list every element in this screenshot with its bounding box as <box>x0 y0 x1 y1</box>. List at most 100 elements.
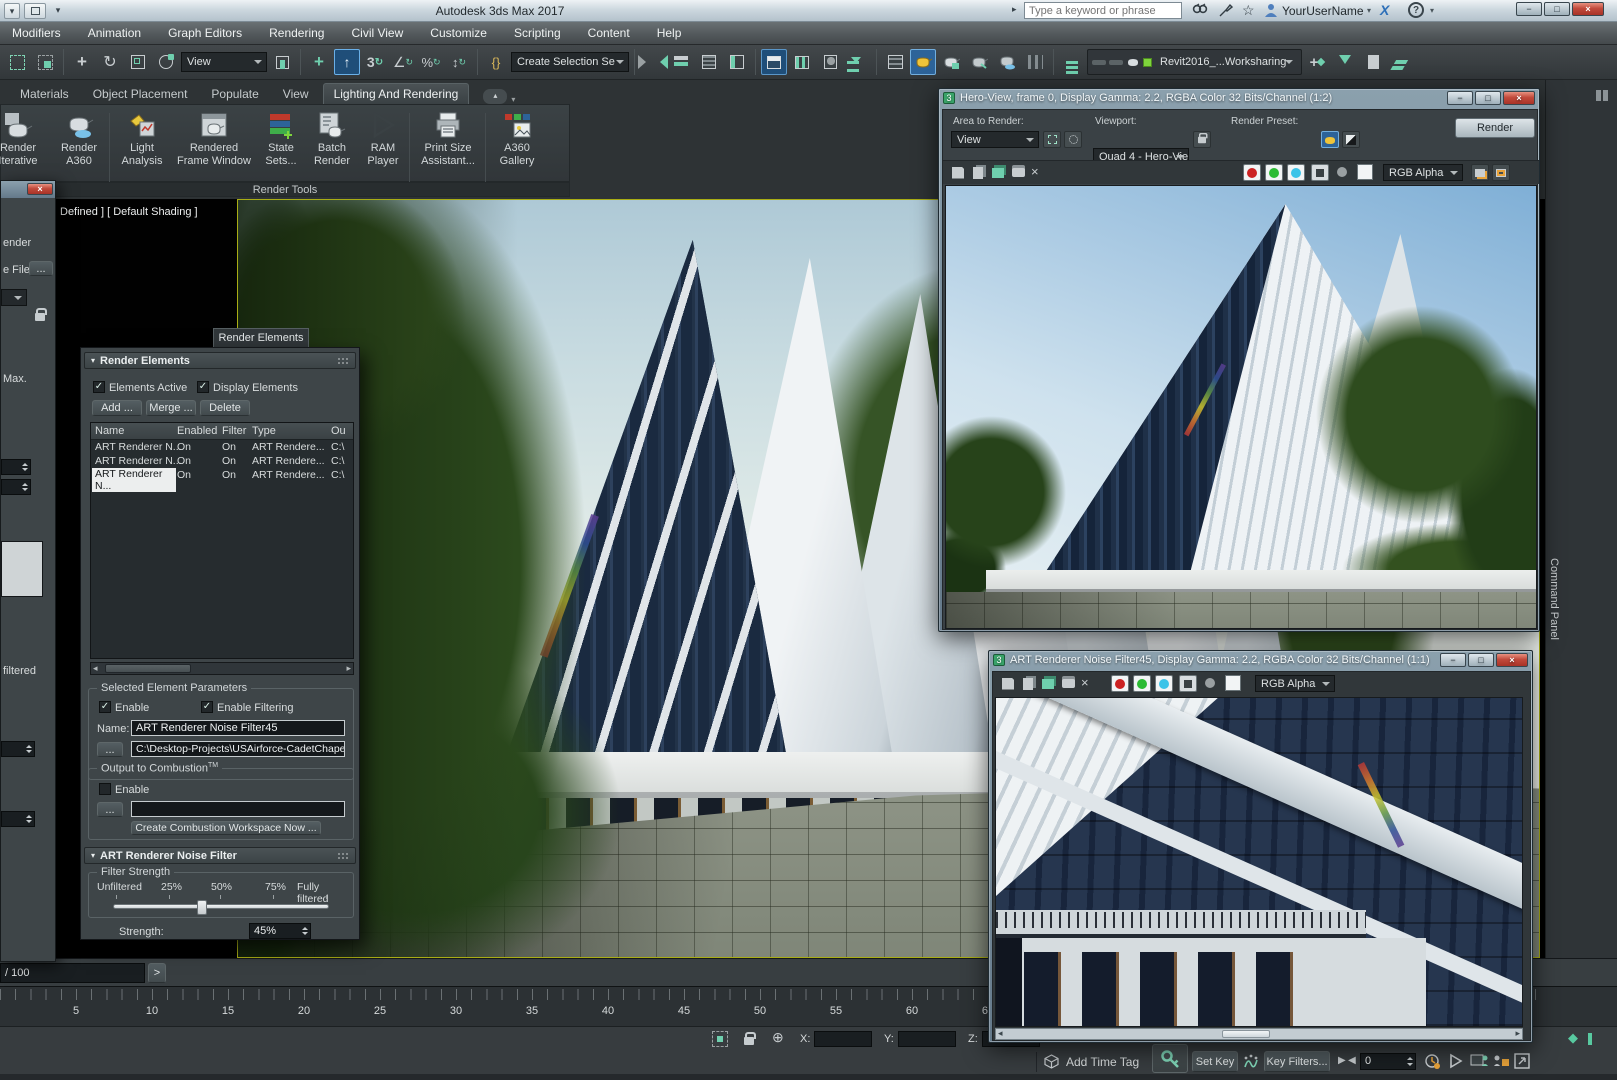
viewport-label[interactable]: Defined ] [ Default Shading ] <box>60 206 198 218</box>
transform-gizmo-icon[interactable]: ⊕ <box>772 1029 784 1046</box>
art-minimize-button[interactable]: − <box>1440 653 1466 667</box>
tab-object-placement[interactable]: Object Placement <box>83 84 198 104</box>
select-and-move-icon[interactable]: + <box>69 49 95 75</box>
isolate-selection-icon[interactable]: ◆ <box>1568 1030 1578 1046</box>
background-color-swatch[interactable] <box>1225 675 1241 691</box>
search-icon[interactable] <box>1192 3 1208 18</box>
area-to-render-dropdown[interactable]: View <box>951 131 1039 148</box>
green-channel-button[interactable] <box>1133 675 1151 692</box>
app-minimize-button[interactable]: − <box>1516 2 1542 16</box>
scroll-left-icon[interactable]: ◂ <box>93 663 98 674</box>
copy-image-icon[interactable] <box>969 164 987 181</box>
edit-named-selection-sets-icon[interactable]: {} <box>483 49 509 75</box>
scroll-left-icon[interactable]: ◂ <box>998 1028 1003 1039</box>
app-close-button[interactable]: × <box>1572 2 1604 16</box>
snaps-toggle-icon[interactable]: 3↻ <box>362 49 388 75</box>
tab-materials[interactable]: Materials <box>10 84 79 104</box>
table-hscrollbar[interactable]: ◂ ▸ <box>90 662 354 675</box>
favorites-star-icon[interactable]: ☆ <box>1242 2 1255 19</box>
reference-coordinate-dropdown[interactable]: View <box>181 52 267 72</box>
hero-close-button[interactable]: × <box>1503 91 1535 105</box>
display-elements-checkbox[interactable]: ✓ <box>197 381 209 393</box>
layer-icon[interactable] <box>1471 164 1489 181</box>
select-and-rotate-icon[interactable]: ↻ <box>97 49 123 75</box>
maximize-viewport-icon[interactable] <box>1514 1053 1530 1069</box>
auto-region-icon[interactable] <box>1064 131 1082 148</box>
edit-region-icon[interactable] <box>1043 131 1061 148</box>
render-setup-spinner-2[interactable] <box>1 479 31 495</box>
a360-gallery-button[interactable]: A360Gallery <box>490 111 544 168</box>
render-setup-window-icon[interactable] <box>1321 131 1339 148</box>
hero-rendered-image[interactable] <box>945 185 1537 629</box>
blue-channel-button[interactable] <box>1155 675 1173 692</box>
time-tag-cube-icon[interactable] <box>1044 1054 1059 1069</box>
render-setup-close-button[interactable]: × <box>27 183 53 195</box>
strength-spinner[interactable]: 45% <box>249 923 311 939</box>
use-pivot-center-icon[interactable] <box>269 49 295 75</box>
keyboard-shortcut-override-toggle[interactable]: ↑ <box>334 49 360 75</box>
y-coordinate-field[interactable] <box>898 1031 956 1047</box>
render-setup-view-dropdown[interactable] <box>1 289 27 306</box>
viewport-person-icon[interactable] <box>1470 1053 1488 1069</box>
tab-view[interactable]: View <box>273 84 319 104</box>
blue-channel-button[interactable] <box>1287 164 1305 181</box>
menu-customize[interactable]: Customize <box>430 26 487 40</box>
print-image-icon[interactable] <box>1009 164 1027 181</box>
menu-scripting[interactable]: Scripting <box>514 26 561 40</box>
percent-snap-toggle-icon[interactable]: %↻ <box>418 49 444 75</box>
username-menu[interactable]: YourUserName <box>1282 4 1364 18</box>
current-frame-field[interactable]: / 100 <box>0 963 145 983</box>
render-in-cloud-icon[interactable] <box>994 49 1020 75</box>
spinner-snap-toggle-icon[interactable]: ↕↻ <box>446 49 472 75</box>
render-button[interactable]: Render <box>1455 118 1535 138</box>
rendered-frame-window-button[interactable]: RenderedFrame Window <box>172 111 256 168</box>
state-sets-button[interactable]: StateSets... <box>258 111 304 168</box>
render-setup-spinner-3[interactable] <box>1 741 35 757</box>
ribbon-cycle-icon[interactable]: ▴ <box>483 89 507 104</box>
output-path-field[interactable]: C:\Desktop-Projects\USAirforce-CadetChap… <box>131 741 345 757</box>
scroll-right-icon[interactable]: ▸ <box>346 663 351 674</box>
render-a360-button[interactable]: RenderA360 <box>53 111 105 168</box>
table-row[interactable]: ART Renderer N...OnOnART Rendere...C:\ <box>91 455 353 468</box>
elements-active-checkbox[interactable]: ✓ <box>93 381 105 393</box>
delete-button[interactable]: Delete <box>200 400 250 416</box>
monochrome-channel-icon[interactable] <box>1337 167 1347 177</box>
green-channel-button[interactable] <box>1265 164 1283 181</box>
selection-region-icon[interactable] <box>712 1031 728 1047</box>
scene-explorer-icon[interactable] <box>724 49 750 75</box>
enable-filtering-checkbox[interactable]: ✓ <box>201 701 213 713</box>
snapshot-icon[interactable] <box>1492 164 1510 181</box>
col-enabled[interactable]: Enabled <box>177 425 217 437</box>
state-pill2-icon[interactable] <box>1109 60 1123 65</box>
menu-animation[interactable]: Animation <box>88 26 141 40</box>
time-configuration-icon[interactable] <box>1424 1053 1441 1070</box>
select-region-crossing-icon[interactable] <box>32 49 58 75</box>
print-image-icon[interactable] <box>1059 675 1077 692</box>
command-panel-label[interactable]: Command Panel <box>1548 558 1560 640</box>
output-browse-button[interactable]: ... <box>97 742 123 757</box>
table-row-selected[interactable]: ART Renderer N...OnOnART Rendere...C:\ <box>91 469 353 482</box>
communication-center-icon[interactable] <box>1218 3 1233 18</box>
channel-display-dropdown[interactable]: RGB Alpha <box>1383 164 1463 181</box>
light-analysis-button[interactable]: LightAnalysis <box>114 111 170 168</box>
ram-player-button[interactable]: RAMPlayer <box>360 111 406 168</box>
render-setup-spinner-4[interactable] <box>1 811 35 827</box>
col-filter[interactable]: Filter <box>222 425 246 437</box>
alpha-channel-button[interactable] <box>1179 675 1197 692</box>
scene-states-icon[interactable] <box>1059 49 1085 75</box>
username-dropdown-icon[interactable]: ▾ <box>1367 6 1371 15</box>
merge-button[interactable]: Merge ... <box>146 400 196 416</box>
help-dropdown-icon[interactable]: ▾ <box>1430 6 1434 15</box>
set-key-button[interactable]: Set Key <box>1192 1051 1238 1072</box>
element-name-field[interactable]: ART Renderer Noise Filter45 <box>131 720 345 736</box>
strength-slider-thumb[interactable] <box>197 900 207 915</box>
select-and-place-icon[interactable] <box>153 49 179 75</box>
viewport-person2-icon[interactable] <box>1492 1053 1510 1069</box>
key-filters-button[interactable]: Key Filters... <box>1264 1051 1330 1072</box>
tab-lighting-and-rendering[interactable]: Lighting And Rendering <box>323 83 470 104</box>
search-input[interactable] <box>1024 2 1182 19</box>
strength-slider-track[interactable] <box>113 904 329 909</box>
select-region-icon[interactable] <box>4 49 30 75</box>
hero-view-titlebar[interactable]: 3 Hero-View, frame 0, Display Gamma: 2.2… <box>939 89 1539 106</box>
rendered-frame-window-icon[interactable] <box>910 49 936 75</box>
